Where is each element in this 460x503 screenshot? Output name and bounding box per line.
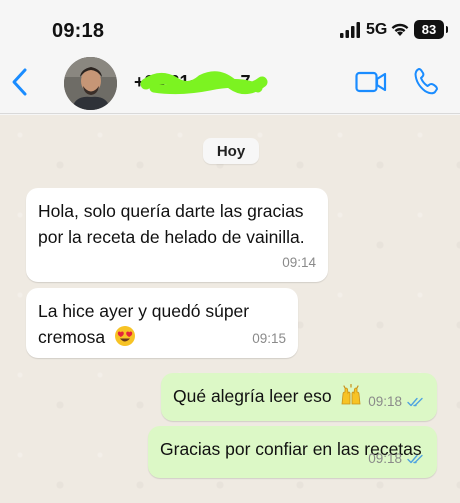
message-time: 09:18	[368, 394, 402, 409]
message-line: Hola, solo quería darte las gracias	[38, 201, 304, 221]
heart-eyes-emoji-icon	[114, 326, 135, 346]
message-line: Qué alegría leer eso	[173, 386, 332, 406]
message-line: La hice ayer y quedó súper	[38, 301, 250, 321]
battery-level: 83	[421, 22, 437, 37]
phone-icon[interactable]	[413, 67, 439, 95]
date-label: Hoy	[216, 142, 246, 160]
signal-icon	[340, 22, 360, 38]
message-incoming[interactable]: La hice ayer y quedó súper cremosa 09:15	[26, 288, 298, 358]
message-meta: 09:14	[282, 250, 316, 276]
read-receipt-icon	[407, 397, 423, 407]
message-line: por la receta de helado de vainilla.	[38, 227, 305, 247]
message-text: Hola, solo quería darte las gracias por …	[38, 198, 305, 250]
status-bar: 09:18 5G 83	[0, 0, 460, 52]
message-text: Qué alegría leer eso	[173, 383, 362, 409]
message-outgoing[interactable]: Gracias por confiar en las recetas 09:18	[148, 426, 437, 478]
message-outgoing[interactable]: Qué alegría leer eso 09:18	[161, 373, 437, 421]
message-time: 09:18	[368, 451, 402, 466]
status-time: 09:18	[52, 20, 105, 42]
message-line: cremosa	[38, 327, 106, 347]
message-time: 09:14	[282, 255, 316, 270]
message-time: 09:15	[252, 331, 286, 346]
raising-hands-emoji-icon	[342, 384, 361, 405]
network-label: 5G	[366, 21, 388, 38]
battery-indicator: 83	[414, 20, 448, 39]
message-text: La hice ayer y quedó súper cremosa	[38, 298, 249, 350]
message-meta: 09:15	[252, 326, 286, 352]
chat-area[interactable]: Hoy Hola, solo quería darte las gracias …	[0, 115, 460, 503]
read-receipt-icon	[407, 454, 423, 464]
avatar-photo	[64, 57, 117, 110]
chat-header: +34 61· ·· ·· ·7	[0, 52, 460, 114]
avatar[interactable]	[64, 57, 117, 110]
message-incoming[interactable]: Hola, solo quería darte las gracias por …	[26, 188, 328, 282]
redaction-scribble	[140, 71, 268, 95]
video-camera-icon[interactable]	[355, 69, 387, 95]
message-meta: 09:18	[368, 446, 425, 472]
date-separator: Hoy	[203, 138, 259, 164]
chevron-left-icon[interactable]	[8, 66, 32, 98]
message-meta: 09:18	[368, 389, 425, 415]
wifi-icon	[391, 23, 409, 36]
